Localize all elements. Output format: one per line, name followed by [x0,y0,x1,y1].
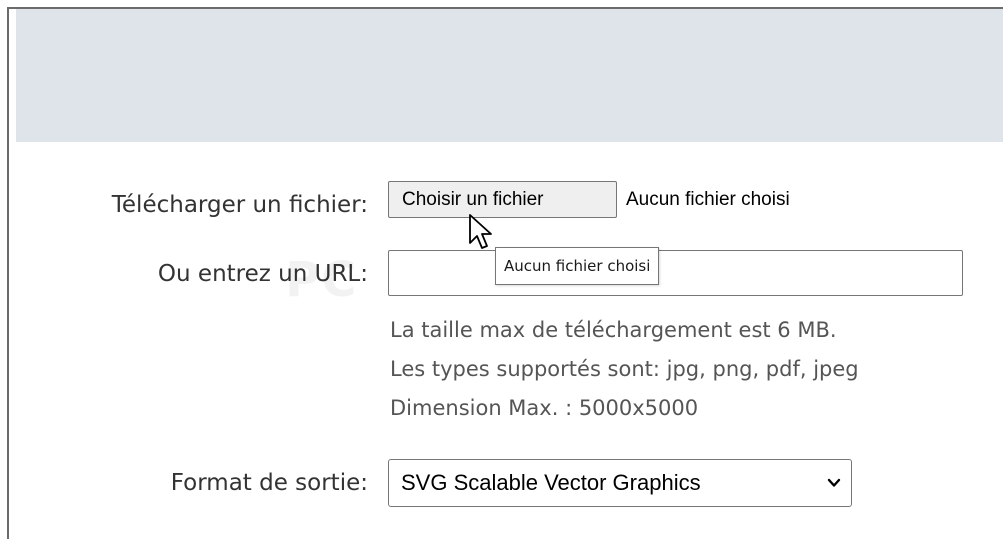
file-status-text: Aucun fichier choisi [626,189,790,210]
help-max-dimension: Dimension Max. : 5000x5000 [390,396,699,420]
file-tooltip: Aucun fichier choisi [495,247,660,285]
help-supported-types: Les types supportés sont: jpg, png, pdf,… [390,357,859,381]
help-max-size: La taille max de téléchargement est 6 MB… [390,318,837,342]
output-format-value: SVG Scalable Vector Graphics [401,470,701,495]
arrow-pointer-icon [469,214,492,249]
chevron-down-icon [827,478,841,487]
format-label: Format de sortie: [170,470,368,496]
url-input[interactable] [388,250,963,296]
upload-label: Télécharger un fichier: [111,192,368,218]
choose-file-button[interactable]: Choisir un fichier [388,181,617,218]
output-format-select[interactable]: SVG Scalable Vector Graphics [388,459,852,507]
header-band [16,9,1003,142]
url-label: Ou entrez un URL: [157,261,368,287]
